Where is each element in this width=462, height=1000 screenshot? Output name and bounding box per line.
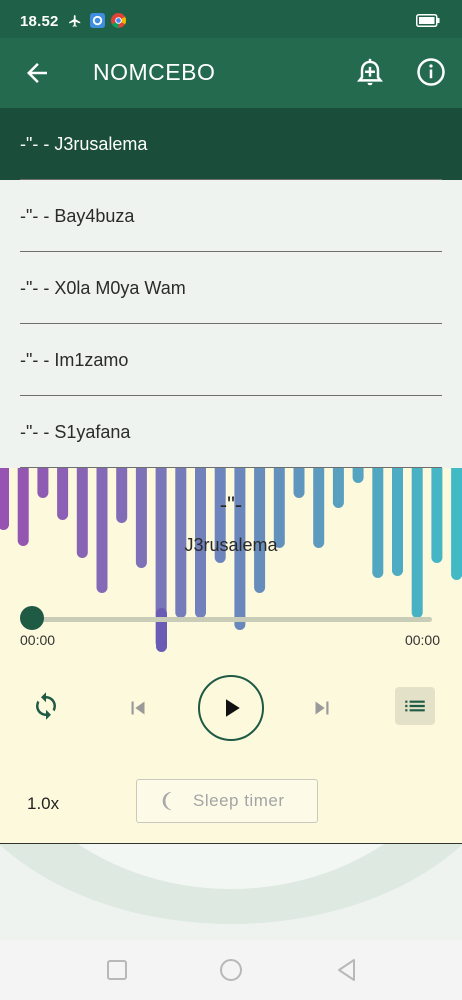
app-bar: NOMCEBO xyxy=(0,38,462,108)
system-nav-bar xyxy=(0,940,462,1000)
playlist-item-label: -"- - Im1zamo xyxy=(20,350,129,370)
playback-speed[interactable]: 1.0x xyxy=(27,794,59,814)
skip-previous-icon xyxy=(131,701,145,715)
playlist-item[interactable]: -"- - X0la M0ya Wam xyxy=(0,252,462,324)
current-time: 00:00 xyxy=(20,632,56,648)
status-icons xyxy=(66,13,126,28)
repeat-button[interactable] xyxy=(30,690,62,722)
next-button[interactable] xyxy=(308,694,336,722)
list-icon xyxy=(405,700,425,712)
battery-icon xyxy=(416,14,440,27)
playlist: -"- - J3rusalema -"- - Bay4buza -"- - X0… xyxy=(0,108,462,468)
visualizer-bar xyxy=(392,468,403,576)
recents-icon[interactable] xyxy=(104,957,130,983)
info-icon[interactable] xyxy=(416,57,446,87)
arrow-back-icon[interactable] xyxy=(22,58,52,88)
sleep-timer-button[interactable]: Sleep timer xyxy=(136,779,318,823)
visualizer-bar xyxy=(352,468,364,483)
skip-next-icon xyxy=(315,701,329,715)
playlist-item-label: -"- - X0la M0ya Wam xyxy=(20,278,186,298)
visualizer-bar xyxy=(372,468,384,578)
status-bar: 18.52 xyxy=(0,0,462,38)
player-panel: -"- J3rusalema 00:00 00:00 1.0x Sleep ti… xyxy=(0,468,462,843)
playlist-item[interactable]: -"- - Bay4buza xyxy=(0,180,462,252)
play-icon xyxy=(226,699,240,717)
now-playing-artist: -"- xyxy=(219,492,243,517)
moon-icon xyxy=(162,791,172,811)
app-icon xyxy=(90,13,105,28)
background-decoration xyxy=(0,844,462,940)
visualizer-bar xyxy=(451,468,462,580)
now-playing-title: J3rusalema xyxy=(184,535,278,555)
playlist-item-label: -"- - S1yafana xyxy=(20,422,131,442)
visualizer-bar xyxy=(96,468,108,593)
play-button[interactable] xyxy=(198,675,264,741)
playlist-item[interactable]: -"- - J3rusalema xyxy=(0,108,462,180)
repeat-icon xyxy=(36,692,56,720)
seek-track xyxy=(30,617,432,622)
status-time: 18.52 xyxy=(20,13,59,30)
back-nav-icon[interactable] xyxy=(334,957,360,983)
playlist-item[interactable]: -"- - S1yafana xyxy=(0,396,462,468)
previous-button[interactable] xyxy=(124,694,152,722)
playlist-item[interactable]: -"- - Im1zamo xyxy=(0,324,462,396)
home-icon[interactable] xyxy=(218,957,244,983)
sleep-timer-label: Sleep timer xyxy=(193,791,285,810)
visualizer-bar xyxy=(254,468,266,593)
seek-bar[interactable] xyxy=(20,606,432,632)
chrome-icon xyxy=(111,13,126,28)
seek-knob[interactable] xyxy=(20,606,44,630)
playlist-item-label: -"- - Bay4buza xyxy=(20,206,135,226)
alarm-add-icon[interactable] xyxy=(355,57,385,89)
page-title: NOMCEBO xyxy=(93,59,216,85)
airplane-icon xyxy=(69,14,81,27)
playlist-item-label: -"- - J3rusalema xyxy=(20,134,148,154)
total-time: 00:00 xyxy=(404,632,440,648)
playlist-toggle-button[interactable] xyxy=(395,687,435,725)
